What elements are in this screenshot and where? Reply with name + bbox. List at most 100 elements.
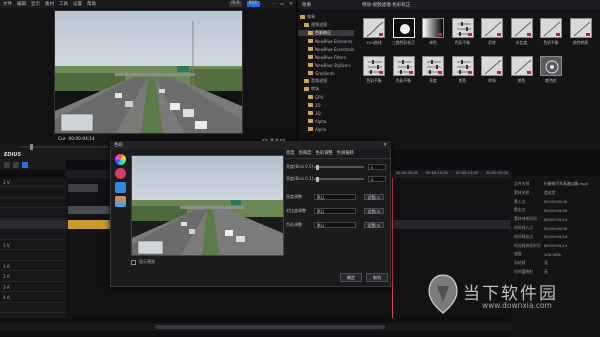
effect-item[interactable]: 三路色彩校正 (390, 18, 418, 46)
effect-item[interactable]: 颜色转换 (567, 18, 595, 46)
track-header[interactable]: 1 A (0, 262, 66, 271)
playhead[interactable] (392, 178, 393, 318)
track-header[interactable] (0, 231, 66, 240)
track-header[interactable]: 1 V (0, 178, 66, 187)
clip-block[interactable] (68, 206, 112, 214)
dialog-close-icon[interactable]: ✕ (383, 143, 391, 148)
effect-item[interactable]: 色彩平衡 (449, 18, 477, 46)
player-mode-button[interactable]: PLR (229, 1, 242, 7)
track-header[interactable] (0, 210, 66, 219)
menu-tools[interactable]: 工具 (59, 1, 68, 7)
effect-item[interactable]: 色彩平衡 (360, 56, 388, 84)
tree-item[interactable]: 视频滤镜 (298, 22, 354, 28)
tree-item[interactable]: Alpha (298, 118, 354, 124)
tree-item[interactable]: 3D (298, 110, 354, 116)
track-tool-icon[interactable] (13, 162, 19, 168)
video-preview (54, 10, 243, 134)
preview-checkbox[interactable] (131, 259, 136, 265)
effect-item[interactable]: 颜色轮 (537, 56, 565, 84)
color-combo[interactable]: 默认 (314, 222, 356, 228)
track-header[interactable] (0, 199, 66, 208)
brightness-value[interactable]: 0 (368, 164, 386, 170)
tab-brightness[interactable]: 亮度 (286, 150, 295, 156)
tab-hue-shift[interactable]: 色调偏移 (337, 150, 354, 156)
settings-button[interactable]: 设置(2) (364, 208, 384, 214)
tab-saturation[interactable]: 饱和度 (299, 150, 312, 156)
settings-button[interactable]: 设置(1) (364, 194, 384, 200)
tree-item[interactable]: NewBlue Essentials (298, 46, 354, 52)
info-row: 速度 100.00% (511, 250, 600, 258)
effect-item[interactable]: 色彩平衡 (537, 18, 565, 46)
effect-item[interactable]: 对比度 (508, 18, 536, 46)
clip-block[interactable] (68, 184, 98, 192)
tab-color-adjust[interactable]: 色彩调整 (315, 150, 332, 156)
gradient-icon[interactable] (115, 196, 126, 207)
info-key: 文件名称 (514, 181, 530, 186)
track-header[interactable] (0, 304, 66, 313)
track-header[interactable]: 2 A (0, 273, 66, 282)
menu-file[interactable]: 文件 (3, 1, 12, 7)
brightness-slider[interactable] (314, 164, 364, 170)
tree-item[interactable]: Alpha (298, 126, 354, 132)
track-header[interactable] (0, 189, 66, 198)
menu-clip[interactable]: 素材 (45, 1, 54, 7)
tree-item[interactable]: 转场 (298, 86, 354, 92)
info-row: 素材持续时间 00:00:04;14 (511, 215, 600, 223)
brightness-combo[interactable]: 默认 (314, 194, 356, 200)
track-header[interactable] (0, 252, 66, 261)
tree-item[interactable]: NewBlue Elements (298, 38, 354, 44)
prop-row-combo-3: 色彩调整 默认 设置(3) (286, 221, 390, 229)
track-label: 1 V (3, 179, 10, 185)
effect-item[interactable]: 亮度 (419, 56, 447, 84)
info-row: 时间线持续时间 00:00:04;14 (511, 242, 600, 250)
ok-button[interactable]: 确定 (340, 273, 362, 282)
cancel-button[interactable]: 取消 (366, 273, 388, 282)
tree-item[interactable]: 色彩校正 (298, 30, 354, 36)
effect-item[interactable]: 反转 (478, 18, 506, 46)
recorder-mode-button[interactable]: REC (246, 1, 260, 7)
tree-item[interactable]: NewBlue Stylizers (298, 62, 354, 68)
tree-item[interactable]: GPU (298, 94, 354, 100)
tree-item[interactable]: NewBlue Filters (298, 54, 354, 60)
tree-item-label: GPU (315, 94, 324, 100)
menu-help[interactable]: 帮助 (87, 1, 96, 7)
track-header[interactable]: 4 A (0, 294, 66, 303)
menu-edit[interactable]: 编辑 (17, 1, 26, 7)
effect-item[interactable]: 色彩平衡 (390, 56, 418, 84)
tree-item[interactable]: 效果 (298, 14, 354, 20)
video-clip[interactable] (68, 220, 112, 229)
preview-checkbox-label: 显示预览 (139, 259, 155, 264)
track-tool-icon[interactable] (4, 162, 10, 168)
close-icon[interactable]: ✕ (289, 2, 296, 7)
track-header[interactable] (0, 220, 66, 229)
effect-label: 颜色 (517, 78, 526, 83)
maximize-icon[interactable]: ▭ (280, 2, 284, 7)
menu-settings[interactable]: 设置 (73, 1, 82, 7)
minimize-icon[interactable]: – (273, 2, 275, 7)
tree-item[interactable]: 2D (298, 102, 354, 108)
menu-view[interactable]: 显示 (31, 1, 40, 7)
effect-label: 颜色轮 (545, 78, 557, 83)
effect-item[interactable]: 单色 (419, 18, 447, 46)
watermark-logo-icon (428, 274, 458, 314)
effect-item[interactable]: 转场 (478, 56, 506, 84)
effect-item[interactable]: YUV曲线 (360, 18, 388, 46)
effect-sliders-icon (422, 56, 444, 76)
track-header[interactable]: 1 V (0, 241, 66, 250)
track-header[interactable]: 3 A (0, 283, 66, 292)
color-picker-icon[interactable] (115, 168, 126, 179)
effect-item[interactable]: 颜色 (508, 56, 536, 84)
contrast-combo[interactable]: 默认 (314, 208, 356, 214)
prop-label: 色彩调整 (286, 222, 302, 227)
effect-item[interactable]: 颜色 (449, 56, 477, 84)
track-tool-icon[interactable] (22, 162, 28, 168)
brightness-slider[interactable] (314, 176, 364, 182)
timeline-scrollbar[interactable] (0, 323, 511, 331)
settings-button[interactable]: 设置(3) (364, 222, 384, 228)
color-wheel-icon[interactable] (115, 154, 126, 165)
palette-icon[interactable] (115, 182, 126, 193)
brightness-value[interactable]: 0 (368, 176, 386, 182)
tree-item[interactable]: Gradients (298, 70, 354, 76)
tree-item[interactable]: 音频滤镜 (298, 78, 354, 84)
folder-icon (308, 103, 313, 107)
